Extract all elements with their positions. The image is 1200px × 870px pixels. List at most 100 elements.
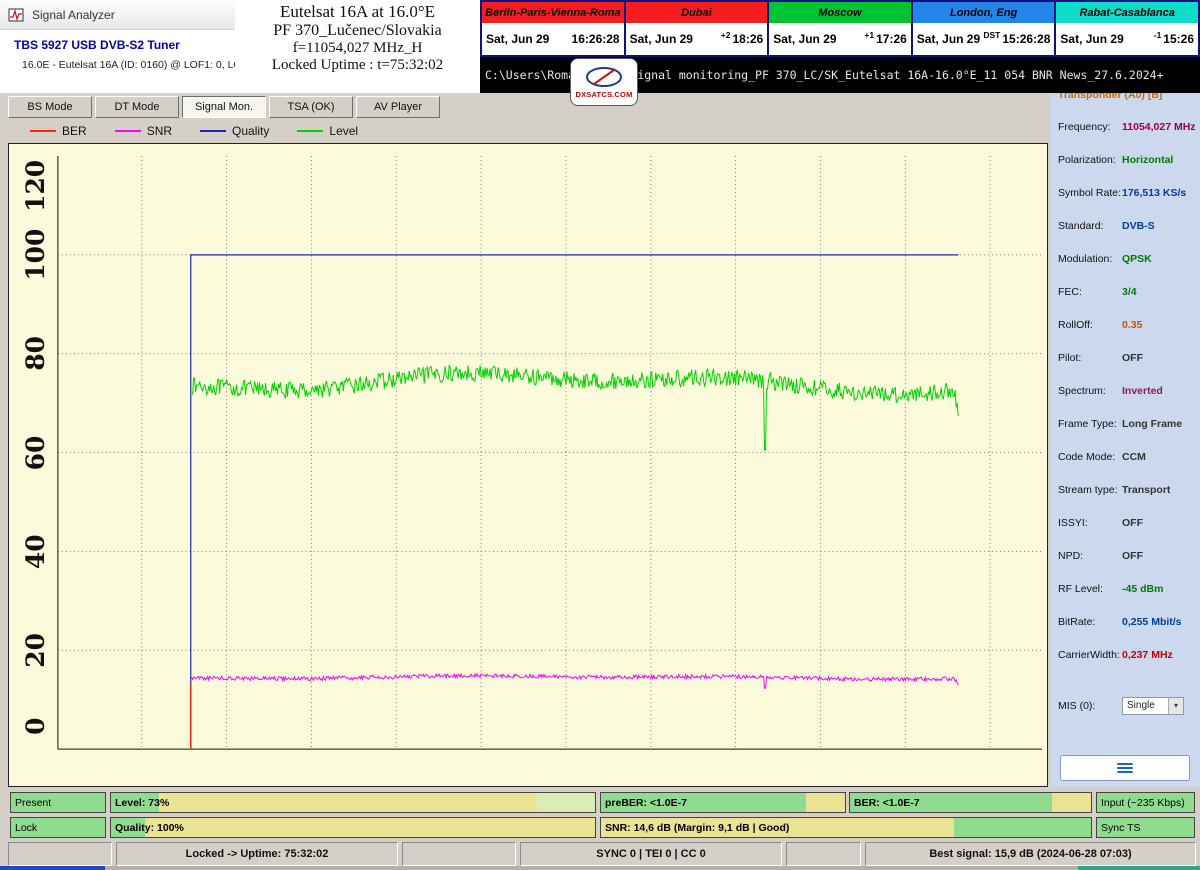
status-row-3: Locked -> Uptime: 75:32:02SYNC 0 | TEI 0… (0, 842, 1200, 866)
status-led: Present (10, 792, 106, 813)
statusbar-cell: Best signal: 15,9 dB (2024-06-28 07:03) (865, 842, 1196, 866)
signal-analyzer-window: Signal Analyzer TBS 5927 USB DVB-S2 Tune… (0, 0, 1200, 870)
panel-row: Frequency:11054,027 MHz (1050, 110, 1200, 143)
clock-time-value: 17:26 (876, 32, 907, 46)
status-led: Lock (10, 817, 106, 838)
mis-row: MIS (0): Single ▾ (1050, 689, 1200, 722)
panel-rows: Frequency:11054,027 MHzPolarization:Hori… (1050, 110, 1200, 671)
tab-dt-mode[interactable]: DT Mode (95, 96, 179, 118)
panel-row: CarrierWidth:0,237 MHz (1050, 638, 1200, 671)
clock-datetime: Sat, Jun 29-115:26 (1056, 23, 1198, 55)
clock-datetime: Sat, Jun 29+117:26 (769, 23, 911, 55)
panel-row-value: Horizontal (1122, 154, 1173, 166)
panel-row-value: 0,237 MHz (1122, 649, 1173, 661)
panel-row-value: CCM (1122, 451, 1146, 463)
legend-level: Level (297, 124, 358, 138)
signal-chart: 020406080100120 (8, 143, 1048, 787)
status-bar: Quality: 100% (110, 817, 596, 838)
svg-text:80: 80 (21, 336, 50, 371)
transponder-panel: Transponder (A0) [B] Frequency:11054,027… (1050, 93, 1200, 787)
tab-av-player[interactable]: AV Player (356, 96, 440, 118)
statusbar-cell (402, 842, 516, 866)
panel-row-value: OFF (1122, 352, 1143, 364)
legend-swatch (115, 130, 141, 132)
panel-row-value: 176,513 KS/s (1122, 187, 1186, 199)
clock-city-label: Berlin-Paris-Vienna-Roma (482, 2, 624, 23)
clock-2: DubaiSat, Jun 29+218:26 (626, 2, 768, 55)
panel-row-value: QPSK (1122, 253, 1152, 265)
clock-time-value: 15:26:28 (1002, 32, 1050, 46)
panel-row-label: Standard: (1058, 220, 1122, 232)
clock-offset: +2 (719, 30, 733, 40)
legend-swatch (200, 130, 226, 132)
panel-row: Polarization:Horizontal (1050, 143, 1200, 176)
legend-label: Level (329, 124, 358, 138)
legend-label: Quality (232, 124, 269, 138)
panel-row-value: -45 dBm (1122, 583, 1163, 595)
panel-row-label: FEC: (1058, 286, 1122, 298)
panel-row-value: Long Frame (1122, 418, 1182, 430)
mode-tabs: BS ModeDT ModeSignal Mon.TSA (OK)AV Play… (8, 96, 440, 118)
bar-segment (954, 818, 1091, 837)
clock-datetime: Sat, Jun 29DST15:26:28 (913, 23, 1055, 55)
legend-ber: BER (30, 124, 87, 138)
tab-tsa-ok-[interactable]: TSA (OK) (269, 96, 353, 118)
panel-row-label: RF Level: (1058, 583, 1122, 595)
panel-row-value: 0.35 (1122, 319, 1142, 331)
panel-row: Standard:DVB-S (1050, 209, 1200, 242)
tab-signal-mon-[interactable]: Signal Mon. (182, 96, 266, 118)
statusbar-cell: Locked -> Uptime: 75:32:02 (116, 842, 398, 866)
list-icon (1117, 761, 1133, 775)
panel-row: Frame Type:Long Frame (1050, 407, 1200, 440)
panel-row: FEC:3/4 (1050, 275, 1200, 308)
panel-row-label: Frame Type: (1058, 418, 1122, 430)
svg-text:40: 40 (21, 534, 50, 569)
tab-bs-mode[interactable]: BS Mode (8, 96, 92, 118)
world-clocks: Berlin-Paris-Vienna-RomaSat, Jun 2916:26… (480, 0, 1200, 57)
panel-row: Code Mode:CCM (1050, 440, 1200, 473)
panel-row-label: RollOff: (1058, 319, 1122, 331)
panel-row-label: NPD: (1058, 550, 1122, 562)
bar-label: Level: 73% (115, 797, 169, 809)
panel-row-label: BitRate: (1058, 616, 1122, 628)
clock-city-label: London, Eng (913, 2, 1055, 23)
status-led: Sync TS (1096, 817, 1195, 838)
panel-row-label: ISSYI: (1058, 517, 1122, 529)
legend-swatch (297, 130, 323, 132)
panel-row: Pilot:OFF (1050, 341, 1200, 374)
panel-footer-button[interactable] (1060, 755, 1190, 781)
panel-row: ISSYI:OFF (1050, 506, 1200, 539)
status-bar: BER: <1.0E-7 (849, 792, 1092, 813)
bar-label: Quality: 100% (115, 822, 184, 834)
logo-text: DXSATCS.COM (575, 90, 632, 99)
app-icon (8, 7, 24, 23)
satellite-name: Eutelsat 16A at 16.0°E (235, 0, 480, 22)
bar-segment (537, 793, 595, 812)
mis-select[interactable]: Single ▾ (1122, 697, 1184, 715)
status-bar: preBER: <1.0E-7 (600, 792, 846, 813)
legend-label: BER (62, 124, 87, 138)
site-name: PF 370_Lučenec/Slovakia (235, 22, 480, 40)
bar-label: preBER: <1.0E-7 (605, 797, 687, 809)
signal-chart-svg: 020406080100120 (9, 144, 1047, 786)
panel-row: Modulation:QPSK (1050, 242, 1200, 275)
panel-row: Stream type:Transport (1050, 473, 1200, 506)
chart-legend: BERSNRQualityLevel (30, 121, 386, 141)
clock-3: MoscowSat, Jun 29+117:26 (769, 2, 911, 55)
panel-row-value: DVB-S (1122, 220, 1155, 232)
panel-row-value: OFF (1122, 517, 1143, 529)
panel-row: BitRate:0,255 Mbit/s (1050, 605, 1200, 638)
clock-date: Sat, Jun 29 (773, 32, 836, 46)
legend-quality: Quality (200, 124, 269, 138)
legend-swatch (30, 130, 56, 132)
panel-row-value: 11054,027 MHz (1122, 121, 1196, 133)
clock-city-label: Rabat-Casablanca (1056, 2, 1198, 23)
bar-segment (806, 793, 845, 812)
panel-row-value: 0,255 Mbit/s (1122, 616, 1182, 628)
panel-row-label: Polarization: (1058, 154, 1122, 166)
clock-4: London, EngSat, Jun 29DST15:26:28 (913, 2, 1055, 55)
panel-row-label: Spectrum: (1058, 385, 1122, 397)
panel-row-label: Pilot: (1058, 352, 1122, 364)
clock-offset: -1 (1152, 30, 1164, 40)
svg-text:120: 120 (21, 160, 50, 212)
